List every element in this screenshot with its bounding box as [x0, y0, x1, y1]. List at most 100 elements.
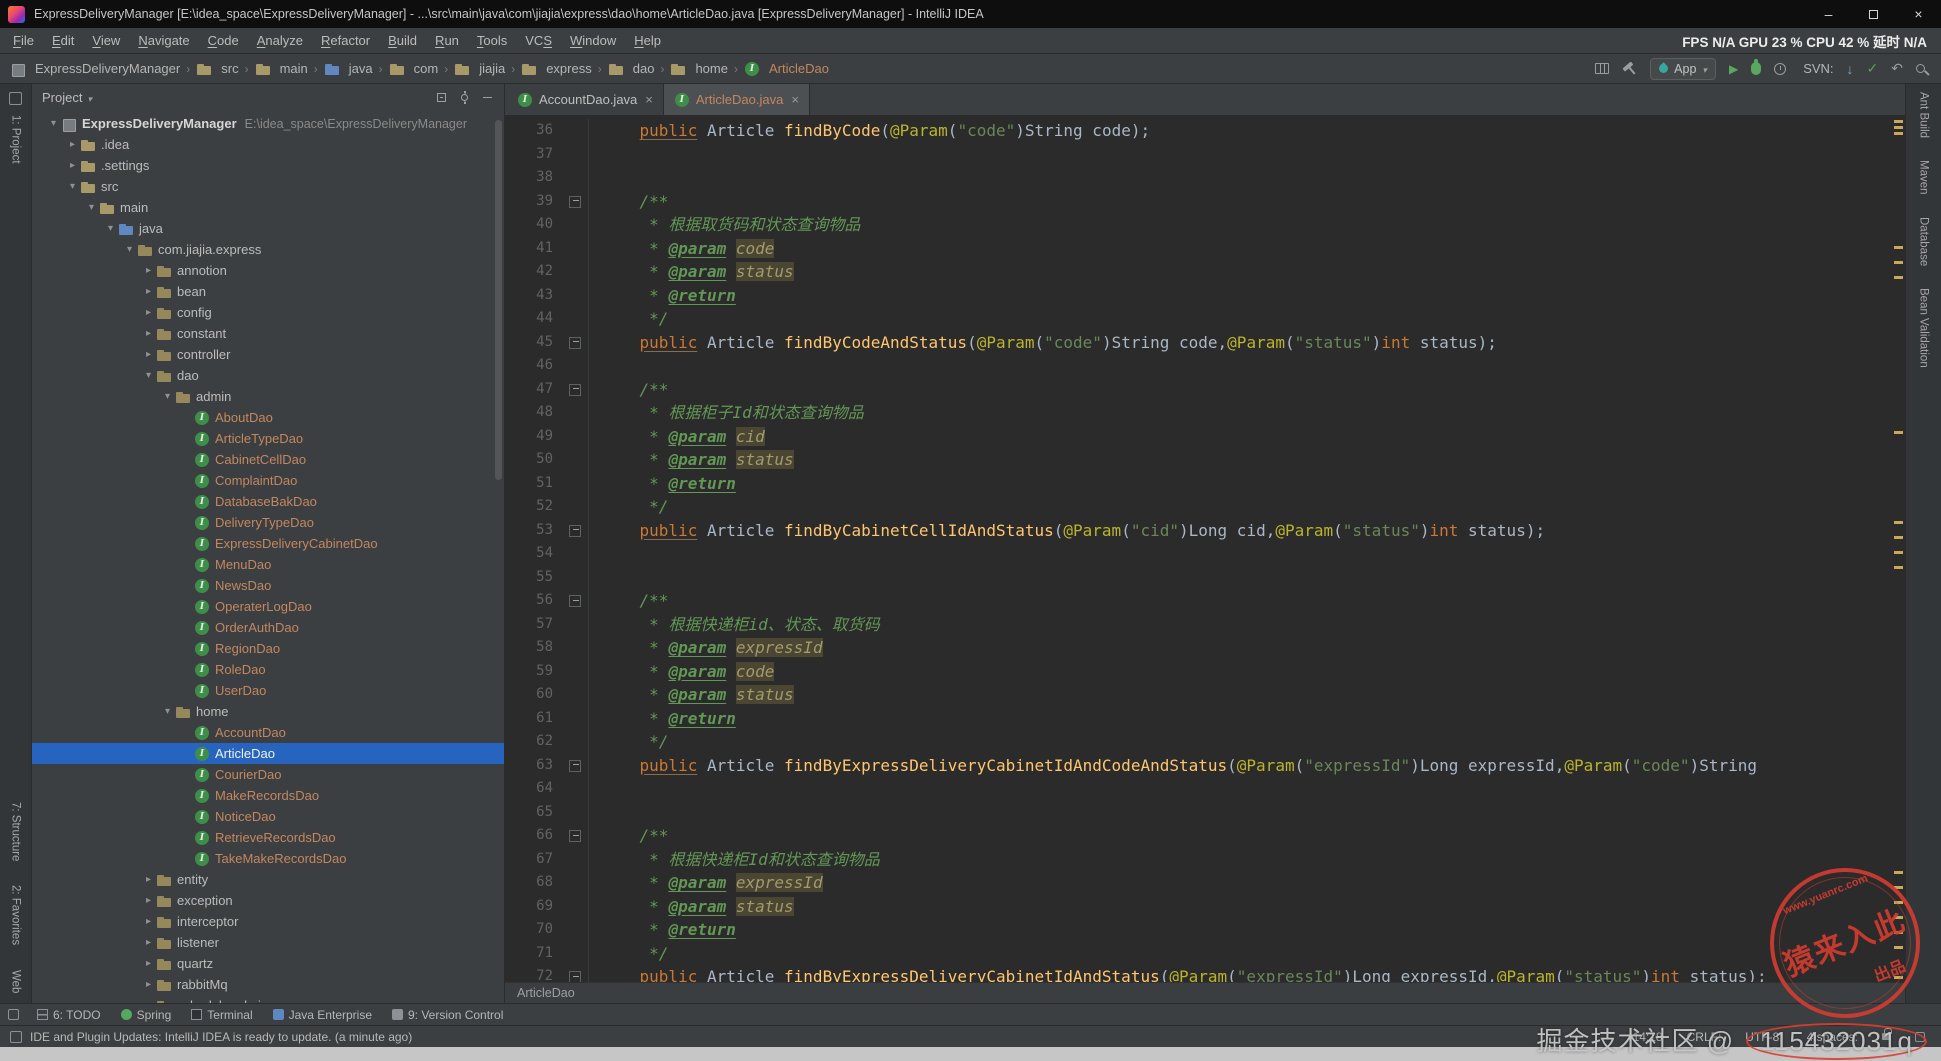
tree-item-cabinetcelldao[interactable]: CabinetCellDao [32, 449, 504, 470]
build-hammer-icon[interactable] [1619, 58, 1640, 79]
tab-articledao-java[interactable]: ArticleDao.java [663, 84, 810, 115]
breadcrumb-item-java[interactable]: java [324, 61, 373, 77]
tool-tab-6-todo[interactable]: 6: TODO [27, 1004, 111, 1025]
menu-edit[interactable]: Edit [43, 33, 83, 48]
breadcrumb-item-home[interactable]: home [670, 61, 728, 77]
chevron-down-icon[interactable] [87, 90, 92, 105]
fold-icon[interactable] [553, 330, 589, 354]
tool-stripe-bean-validation[interactable]: Bean Validation [1918, 288, 1930, 368]
tree-item-operaterlogdao[interactable]: OperaterLogDao [32, 596, 504, 617]
tree-arrow-icon[interactable] [160, 706, 175, 717]
tree-arrow-icon[interactable] [141, 1000, 156, 1003]
tree-item-courierdao[interactable]: CourierDao [32, 764, 504, 785]
tree-item-config[interactable]: config [32, 302, 504, 323]
tree-arrow-icon[interactable] [122, 244, 137, 255]
tree-arrow-icon[interactable] [141, 937, 156, 948]
fold-icon[interactable] [553, 189, 589, 213]
fold-icon[interactable] [553, 965, 589, 982]
status-message[interactable]: IDE and Plugin Updates: IntelliJ IDEA is… [30, 1030, 412, 1044]
tree-item-expressdeliverycabinetdao[interactable]: ExpressDeliveryCabinetDao [32, 533, 504, 554]
tool-stripe-2-favorites[interactable]: 2: Favorites [10, 885, 22, 945]
tree-item-articletypedao[interactable]: ArticleTypeDao [32, 428, 504, 449]
tree-arrow-icon[interactable] [160, 391, 175, 402]
run-configuration-select[interactable]: App [1650, 57, 1716, 80]
menu-vcs[interactable]: VCS [516, 33, 561, 48]
fold-icon[interactable] [553, 589, 589, 613]
menu-view[interactable]: View [83, 33, 129, 48]
tool-stripe-7-structure[interactable]: 7: Structure [10, 802, 22, 861]
tree-item-makerecordsdao[interactable]: MakeRecordsDao [32, 785, 504, 806]
tree-item-main[interactable]: main [32, 197, 504, 218]
tree-item-home[interactable]: home [32, 701, 504, 722]
vcs-update-button[interactable] [1847, 61, 1854, 77]
breadcrumb-item-dao[interactable]: dao [608, 61, 654, 77]
debug-button[interactable] [1751, 59, 1762, 75]
tree-item-interceptor[interactable]: interceptor [32, 911, 504, 932]
menu-build[interactable]: Build [379, 33, 426, 48]
tree-item-menudao[interactable]: MenuDao [32, 554, 504, 575]
tree-item-takemakerecordsdao[interactable]: TakeMakeRecordsDao [32, 848, 504, 869]
fold-icon[interactable] [553, 518, 589, 542]
breadcrumb-item-com[interactable]: com [389, 61, 438, 77]
menu-file[interactable]: File [4, 33, 43, 48]
tree-item-constant[interactable]: constant [32, 323, 504, 344]
tree-item-accountdao[interactable]: AccountDao [32, 722, 504, 743]
breadcrumb-item-articledao[interactable]: ArticleDao [744, 61, 829, 77]
tree-arrow-icon[interactable] [65, 139, 80, 150]
tree-arrow-icon[interactable] [141, 328, 156, 339]
editor-scrollbar[interactable] [1891, 116, 1905, 982]
search-everywhere-icon[interactable] [1916, 64, 1925, 73]
menu-window[interactable]: Window [561, 33, 625, 48]
tree-item-retrieverecordsdao[interactable]: RetrieveRecordsDao [32, 827, 504, 848]
statusbar-window-icon[interactable] [10, 1030, 22, 1043]
tree-item-aboutdao[interactable]: AboutDao [32, 407, 504, 428]
project-panel-title[interactable]: Project [42, 90, 82, 105]
tree-arrow-icon[interactable] [65, 160, 80, 171]
tool-tab-terminal[interactable]: Terminal [181, 1004, 262, 1025]
tree-item-roledao[interactable]: RoleDao [32, 659, 504, 680]
tree-item-java[interactable]: java [32, 218, 504, 239]
tool-stripe-ant-build[interactable]: Ant Build [1918, 92, 1930, 138]
tree-arrow-icon[interactable] [141, 349, 156, 360]
menu-run[interactable]: Run [426, 33, 468, 48]
tool-tab-java-enterprise[interactable]: Java Enterprise [263, 1004, 382, 1025]
breadcrumb-item-main[interactable]: main [255, 61, 308, 77]
close-button[interactable]: × [1896, 0, 1941, 28]
vcs-revert-button[interactable] [1891, 60, 1903, 77]
menu-code[interactable]: Code [199, 33, 248, 48]
tab-accountdao-java[interactable]: AccountDao.java [507, 84, 664, 115]
editor-columns-icon[interactable] [1595, 63, 1610, 74]
tree-arrow-icon[interactable] [141, 286, 156, 297]
tree-item-userdao[interactable]: UserDao [32, 680, 504, 701]
maximize-button[interactable] [1851, 0, 1896, 28]
tree-item-newsdao[interactable]: NewsDao [32, 575, 504, 596]
tree-item-listener[interactable]: listener [32, 932, 504, 953]
tree-arrow-icon[interactable] [141, 895, 156, 906]
tree-item-deliverytypedao[interactable]: DeliveryTypeDao [32, 512, 504, 533]
tree-item-idea[interactable]: .idea [32, 134, 504, 155]
menu-navigate[interactable]: Navigate [129, 33, 198, 48]
breadcrumb-item-jiajia[interactable]: jiajia [454, 61, 505, 77]
editor-code-area[interactable]: 36 public Article findByCode(@Param("cod… [505, 116, 1905, 982]
tree-arrow-icon[interactable] [141, 307, 156, 318]
tree-arrow-icon[interactable] [65, 181, 80, 192]
tree-item-regiondao[interactable]: RegionDao [32, 638, 504, 659]
tree-arrow-icon[interactable] [84, 202, 99, 213]
vcs-commit-button[interactable] [1867, 60, 1879, 77]
close-icon[interactable] [643, 92, 653, 107]
tree-item-com-jiajia-express[interactable]: com.jiajia.express [32, 239, 504, 260]
run-button[interactable] [1729, 61, 1738, 76]
tree-item-annotion[interactable]: annotion [32, 260, 504, 281]
fold-icon[interactable] [553, 377, 589, 401]
tree-item-complaintdao[interactable]: ComplaintDao [32, 470, 504, 491]
tree-item-controller[interactable]: controller [32, 344, 504, 365]
tree-item-schedule-admin[interactable]: schedule.admin [32, 995, 504, 1003]
fold-icon[interactable] [553, 824, 589, 848]
tree-item-databasebakdao[interactable]: DatabaseBakDao [32, 491, 504, 512]
tree-item-dao[interactable]: dao [32, 365, 504, 386]
tree-scrollbar[interactable] [495, 120, 502, 480]
tree-arrow-icon[interactable] [141, 958, 156, 969]
tool-stripe-1-project[interactable]: 1: Project [10, 115, 22, 164]
tree-arrow-icon[interactable] [141, 979, 156, 990]
breadcrumb-item-expressdeliverymanager[interactable]: ExpressDeliveryManager [10, 61, 180, 77]
